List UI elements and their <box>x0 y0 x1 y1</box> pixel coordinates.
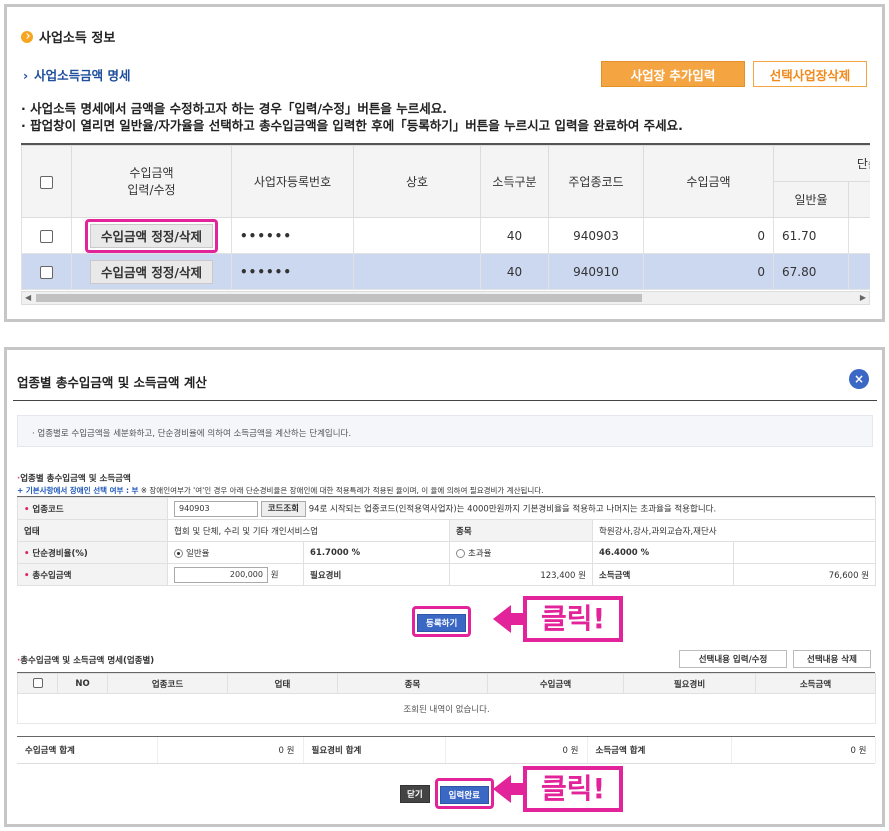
empty-message: 조회된 내역이 없습니다. <box>17 693 876 724</box>
table-row[interactable]: 수입금액 정정/삭제 •••••• 40 940910 0 67.80 <box>21 253 870 290</box>
col-name: 상호 <box>353 145 481 218</box>
name-cell <box>353 217 481 254</box>
col-extra <box>847 181 870 218</box>
info-box: · 업종별로 수입금액을 세분화하고, 단순경비율에 의하여 소득금액을 계산하… <box>17 415 873 447</box>
code-cell: 940903 <box>548 217 644 254</box>
select-all-checkbox[interactable] <box>40 175 53 189</box>
section-title-list: ·총수입금액 및 소득금액 명세(업종별) <box>17 656 155 666</box>
biz-no-cell: •••••• <box>231 217 354 254</box>
register-button[interactable]: 등록하기 <box>417 614 467 632</box>
radio-general[interactable] <box>174 548 183 558</box>
rate-cell: 67.80 <box>773 253 849 290</box>
net-total-value: 0 <box>850 746 856 756</box>
check-circle-icon <box>21 30 33 43</box>
col-industry-code: 주업종코드 <box>548 145 644 218</box>
income-value: 76,600 <box>828 570 859 581</box>
instruction-notes: · 사업소득 명세에서 금액을 수정하고자 하는 경우「입력/수정」버튼을 누르… <box>21 101 683 133</box>
col-income-edit: 수입금액 입력/수정 <box>71 145 232 218</box>
col-biz-no: 사업자등록번호 <box>231 145 354 218</box>
panel1-title: 사업소득 정보 <box>21 27 115 46</box>
edit-income-button[interactable]: 수입금액 정정/삭제 <box>90 223 213 248</box>
amount-cell: 0 <box>643 217 774 254</box>
income-total-value: 0 <box>278 746 284 756</box>
panel1-subtitle: › 사업소득금액 명세 <box>23 68 131 83</box>
col-general-rate: 일반율 <box>773 181 849 218</box>
income-list-table: NO 업종코드 업태 종목 수입금액 필요경비 소득금액 조회된 내역이 없습니… <box>17 672 876 724</box>
disability-note: + 기본사항에서 장애인 선택 여부 : 부 ※ 장애인여부가 '여'인 경우 … <box>17 486 544 495</box>
delete-selected-button[interactable]: 선택내용 삭제 <box>793 650 871 668</box>
type-cell: 40 <box>480 217 549 254</box>
select-all-header <box>21 145 72 218</box>
click-callout: 클릭! <box>493 766 624 812</box>
row-checkbox[interactable] <box>40 265 53 279</box>
table-row[interactable]: 수입금액 정정/삭제 •••••• 40 940903 0 61.70 <box>21 217 870 254</box>
highlight-box: 수입금액 정정/삭제 <box>85 218 218 253</box>
close-icon[interactable]: × <box>849 369 869 389</box>
excess-rate-option[interactable]: 초과율 <box>449 541 593 564</box>
rate-cell: 61.70 <box>773 217 849 254</box>
close-button[interactable]: 닫기 <box>400 784 430 803</box>
code-lookup-button[interactable]: 코드조회 <box>260 500 306 517</box>
total-income-input[interactable]: 200,000 <box>174 566 268 583</box>
income-form: • 업종코드 940903 코드조회 94로 시작되는 업종코드(인적용역사업자… <box>17 496 877 586</box>
scroll-right-icon[interactable]: ▶ <box>860 292 866 304</box>
type-cell: 40 <box>480 253 549 290</box>
col-income-type: 소득구분 <box>480 145 549 218</box>
footer-buttons: 닫기 입력완료 <box>400 778 494 809</box>
industry-code-input[interactable]: 940903 <box>174 500 258 517</box>
biz-no-cell: •••••• <box>231 253 354 290</box>
popup-title: 업종별 총수입금액 및 소득금액 계산 <box>17 375 207 390</box>
row-checkbox[interactable] <box>40 229 53 243</box>
radio-excess[interactable] <box>456 548 465 558</box>
title-divider <box>13 400 877 401</box>
select-all-checkbox[interactable] <box>32 678 43 689</box>
col-income-amount: 수입금액 <box>643 145 774 218</box>
edit-selected-button[interactable]: 선택내용 입력/수정 <box>679 650 787 668</box>
business-income-panel: 사업소득 정보 › 사업소득금액 명세 사업장 추가입력 선택사업장삭제 · 사업… <box>4 4 885 322</box>
add-business-button[interactable]: 사업장 추가입력 <box>601 61 745 87</box>
item-value: 학원강사,강사,과외교습자,재단사 <box>591 519 877 542</box>
income-calc-popup: 업종별 총수입금액 및 소득금액 계산 × · 업종별로 수입금액을 세분화하고… <box>4 347 885 827</box>
expense-total-value: 0 <box>562 746 568 756</box>
scroll-left-icon[interactable]: ◀ <box>25 292 31 304</box>
general-rate-option[interactable]: 일반율 <box>167 541 304 564</box>
highlight-box: 입력완료 <box>434 778 494 809</box>
chevron-right-icon: › <box>23 68 29 83</box>
edit-income-button[interactable]: 수입금액 정정/삭제 <box>90 259 213 284</box>
industry-value: 협회 및 단체, 수리 및 기타 개인서비스업 <box>167 519 450 542</box>
click-callout: 클릭! <box>493 596 624 642</box>
highlight-box: 등록하기 <box>412 606 472 637</box>
name-cell <box>353 253 481 290</box>
totals-row: 수입금액 합계 0 원 필요경비 합계 0 원 소득금액 합계 0 원 <box>17 736 876 764</box>
horizontal-scrollbar[interactable]: ◀ ▶ <box>21 291 870 305</box>
scroll-thumb[interactable] <box>36 294 642 302</box>
code-cell: 940910 <box>548 253 644 290</box>
arrow-left-icon <box>493 605 511 633</box>
complete-input-button[interactable]: 입력완료 <box>439 786 489 804</box>
arrow-left-icon <box>493 775 511 803</box>
business-income-table: 수입금액 입력/수정 사업자등록번호 상호 소득구분 주업종코드 수입금액 단순… <box>21 143 870 293</box>
expense-value: 123,400 <box>540 570 576 581</box>
section-title-income: ·업종별 총수입금액 및 소득금액 <box>17 474 131 484</box>
col-simple-rate: 단순경비 <box>772 145 870 182</box>
amount-cell: 0 <box>643 253 774 290</box>
delete-selected-business-button[interactable]: 선택사업장삭제 <box>753 61 867 87</box>
